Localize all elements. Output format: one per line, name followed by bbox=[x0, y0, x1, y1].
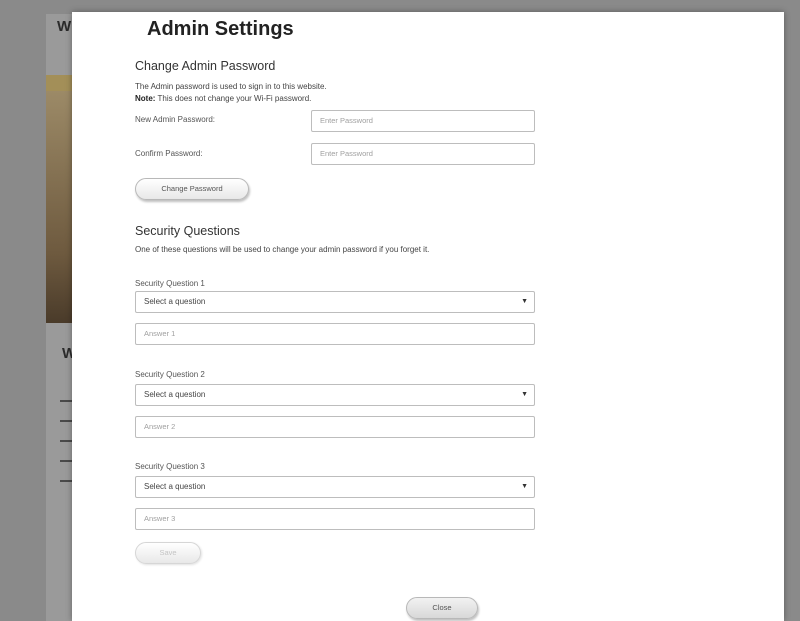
change-password-heading: Change Admin Password bbox=[135, 59, 276, 73]
background-line bbox=[60, 440, 72, 442]
admin-settings-dialog: Admin Settings Change Admin Password The… bbox=[72, 12, 784, 621]
background-line bbox=[60, 480, 72, 482]
security-answer-1-input[interactable]: Answer 1 bbox=[135, 323, 535, 345]
dialog-title: Admin Settings bbox=[147, 18, 294, 40]
background-line bbox=[60, 460, 72, 462]
background-image bbox=[46, 91, 72, 323]
security-question-3-label: Security Question 3 bbox=[135, 462, 205, 471]
background-heading: W bbox=[57, 18, 72, 35]
security-question-3-value: Select a question bbox=[144, 482, 206, 491]
security-questions-heading: Security Questions bbox=[135, 224, 240, 238]
background-line bbox=[60, 400, 72, 402]
security-answer-3-input[interactable]: Answer 3 bbox=[135, 508, 535, 530]
security-question-2-value: Select a question bbox=[144, 390, 206, 399]
chevron-down-icon: ▼ bbox=[521, 298, 528, 305]
change-password-description: The Admin password is used to sign in to… bbox=[135, 82, 327, 91]
note-label: Note: bbox=[135, 94, 156, 103]
security-question-1-label: Security Question 1 bbox=[135, 279, 205, 288]
change-password-button[interactable]: Change Password bbox=[135, 178, 249, 200]
wifi-note: Note: This does not change your Wi-Fi pa… bbox=[135, 94, 311, 103]
chevron-down-icon: ▼ bbox=[521, 483, 528, 490]
background-line bbox=[60, 420, 72, 422]
note-text: This does not change your Wi-Fi password… bbox=[155, 94, 312, 103]
confirm-password-label: Confirm Password: bbox=[135, 149, 203, 158]
new-password-input[interactable]: Enter Password bbox=[311, 110, 535, 132]
security-question-1-select[interactable]: Select a question ▼ bbox=[135, 291, 535, 313]
new-password-label: New Admin Password: bbox=[135, 115, 216, 124]
security-question-1-value: Select a question bbox=[144, 297, 206, 306]
chevron-down-icon: ▼ bbox=[521, 391, 528, 398]
security-question-2-select[interactable]: Select a question ▼ bbox=[135, 384, 535, 406]
security-answer-2-input[interactable]: Answer 2 bbox=[135, 416, 535, 438]
security-question-3-select[interactable]: Select a question ▼ bbox=[135, 476, 535, 498]
close-button[interactable]: Close bbox=[406, 597, 478, 619]
confirm-password-input[interactable]: Enter Password bbox=[311, 143, 535, 165]
save-button[interactable]: Save bbox=[135, 542, 201, 564]
security-question-2-label: Security Question 2 bbox=[135, 370, 205, 379]
security-questions-description: One of these questions will be used to c… bbox=[135, 245, 430, 254]
